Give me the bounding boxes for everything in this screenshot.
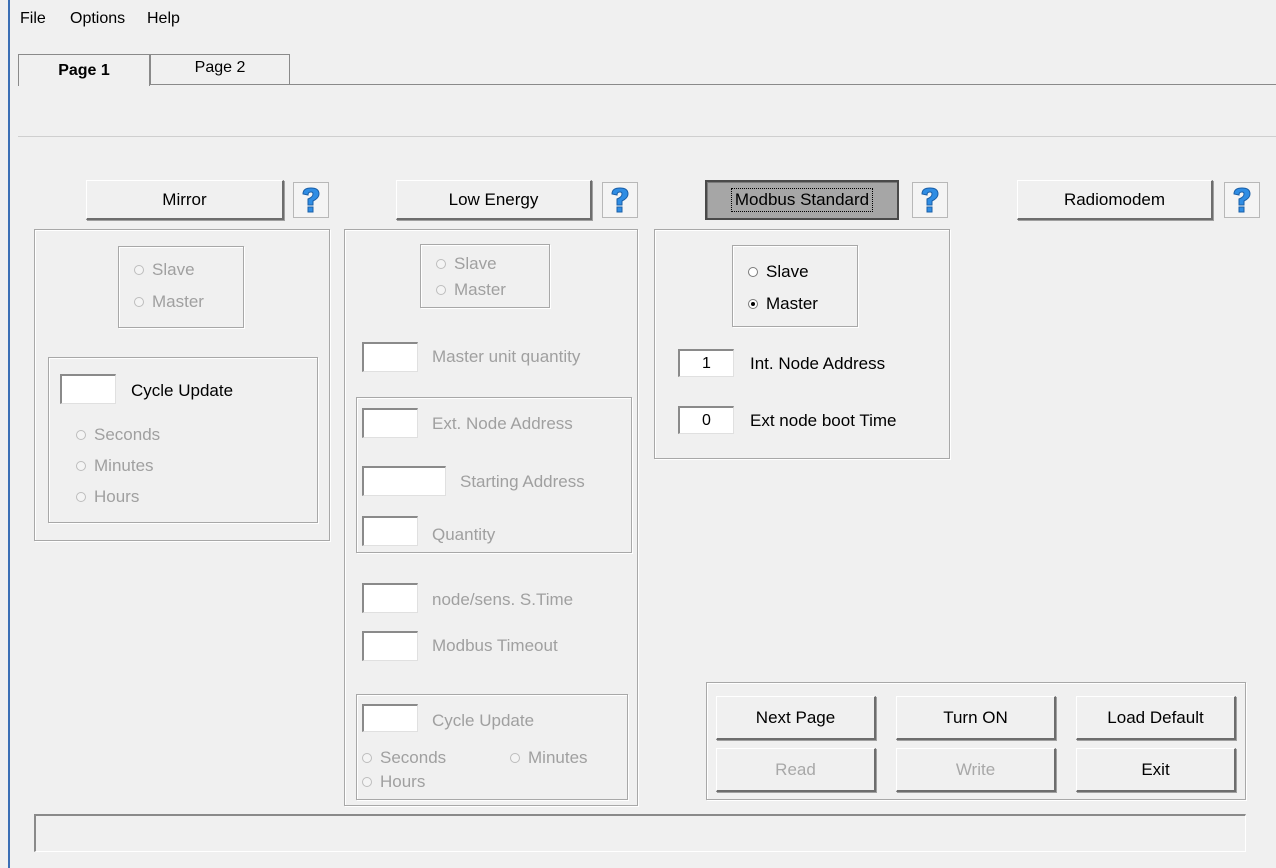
radio-dot-icon (76, 492, 86, 502)
write-button-label: Write (955, 759, 996, 779)
tab-page-2[interactable]: Page 2 (150, 54, 290, 84)
modbus-standard-button-label: Modbus Standard (730, 188, 874, 212)
status-bar (34, 814, 1246, 852)
read-button[interactable]: Read (716, 748, 876, 792)
radio-dot-icon (362, 753, 372, 763)
low-energy-button[interactable]: Low Energy (396, 180, 592, 220)
radio-dot-icon (76, 461, 86, 471)
starting-address-input[interactable] (362, 466, 446, 496)
int-node-address-label: Int. Node Address (750, 354, 886, 373)
mirror-cycle-label: Cycle Update (131, 381, 234, 400)
next-page-button-label: Next Page (755, 707, 836, 727)
radio-dot-icon (134, 265, 144, 275)
mirror-minutes-radio[interactable]: Minutes (76, 456, 154, 476)
mirror-mode-group (118, 246, 244, 328)
node-sens-stime-input[interactable] (362, 583, 418, 613)
quantity-label: Quantity (432, 525, 496, 544)
mirror-slave-label: Slave (152, 260, 195, 279)
low-energy-slave-label: Slave (454, 254, 497, 273)
menu-options[interactable]: Options (70, 10, 125, 28)
mirror-hours-radio[interactable]: Hours (76, 487, 139, 507)
modbus-master-radio[interactable]: Master (748, 294, 818, 314)
mirror-cycle-input[interactable] (60, 374, 116, 404)
low-energy-hours-radio[interactable]: Hours (362, 772, 425, 792)
starting-address-label: Starting Address (460, 472, 585, 491)
node-sens-stime-label: node/sens. S.Time (432, 590, 574, 609)
modbus-standard-help-icon[interactable] (912, 182, 948, 218)
radiomodem-button[interactable]: Radiomodem (1017, 180, 1213, 220)
radio-dot-icon (436, 259, 446, 269)
next-page-button[interactable]: Next Page (716, 696, 876, 740)
menu-help[interactable]: Help (147, 10, 180, 28)
menu-file[interactable]: File (20, 10, 46, 28)
low-energy-master-label: Master (454, 280, 506, 299)
int-node-address-input[interactable]: 1 (678, 349, 734, 377)
tab-page-1[interactable]: Page 1 (18, 54, 150, 86)
tab-strip-line (18, 84, 1276, 85)
mirror-minutes-label: Minutes (94, 456, 154, 475)
low-energy-minutes-label: Minutes (528, 748, 588, 767)
radio-dot-icon (748, 267, 758, 277)
radio-dot-icon (134, 297, 144, 307)
mirror-button[interactable]: Mirror (86, 180, 284, 220)
mirror-seconds-radio[interactable]: Seconds (76, 425, 160, 445)
mirror-button-label: Mirror (162, 189, 207, 209)
ext-node-boot-time-input[interactable]: 0 (678, 406, 734, 434)
low-energy-button-label: Low Energy (448, 189, 539, 209)
radio-dot-icon (510, 753, 520, 763)
low-energy-slave-radio[interactable]: Slave (436, 254, 497, 274)
write-button[interactable]: Write (896, 748, 1056, 792)
low-energy-cycle-label: Cycle Update (432, 711, 535, 730)
window-left-edge (8, 0, 10, 868)
read-button-label: Read (775, 759, 816, 779)
quantity-input[interactable] (362, 516, 418, 546)
mirror-master-label: Master (152, 292, 204, 311)
low-energy-minutes-radio[interactable]: Minutes (510, 748, 588, 768)
master-unit-quantity-input[interactable] (362, 342, 418, 372)
modbus-master-label: Master (766, 294, 818, 313)
modbus-timeout-label: Modbus Timeout (432, 636, 558, 655)
low-energy-hours-label: Hours (380, 772, 426, 791)
mirror-hours-label: Hours (94, 487, 140, 506)
exit-button-label: Exit (1141, 759, 1170, 779)
low-energy-seconds-radio[interactable]: Seconds (362, 748, 446, 768)
mirror-help-icon[interactable] (293, 182, 329, 218)
modbus-slave-label: Slave (766, 262, 809, 281)
exit-button[interactable]: Exit (1076, 748, 1236, 792)
master-unit-quantity-label: Master unit quantity (432, 347, 581, 366)
mirror-master-radio[interactable]: Master (134, 292, 204, 312)
radio-dot-icon (76, 430, 86, 440)
separator-line (18, 136, 1276, 137)
mirror-seconds-label: Seconds (94, 425, 161, 444)
low-energy-seconds-label: Seconds (380, 748, 447, 767)
load-default-button-label: Load Default (1107, 707, 1204, 727)
radiomodem-help-icon[interactable] (1224, 182, 1260, 218)
turn-on-button[interactable]: Turn ON (896, 696, 1056, 740)
low-energy-master-radio[interactable]: Master (436, 280, 506, 300)
modbus-slave-radio[interactable]: Slave (748, 262, 809, 282)
radio-checked-icon (748, 299, 758, 309)
ext-node-boot-time-label: Ext node boot Time (750, 411, 897, 430)
mirror-slave-radio[interactable]: Slave (134, 260, 195, 280)
low-energy-cycle-input[interactable] (362, 704, 418, 732)
low-energy-help-icon[interactable] (602, 182, 638, 218)
modbus-standard-button[interactable]: Modbus Standard (705, 180, 899, 220)
radio-dot-icon (362, 777, 372, 787)
ext-node-address-input[interactable] (362, 408, 418, 438)
modbus-mode-group (732, 245, 858, 327)
radio-dot-icon (436, 285, 446, 295)
radiomodem-button-label: Radiomodem (1063, 189, 1166, 209)
modbus-timeout-input[interactable] (362, 631, 418, 661)
ext-node-address-label: Ext. Node Address (432, 414, 573, 433)
turn-on-button-label: Turn ON (943, 707, 1008, 727)
load-default-button[interactable]: Load Default (1076, 696, 1236, 740)
